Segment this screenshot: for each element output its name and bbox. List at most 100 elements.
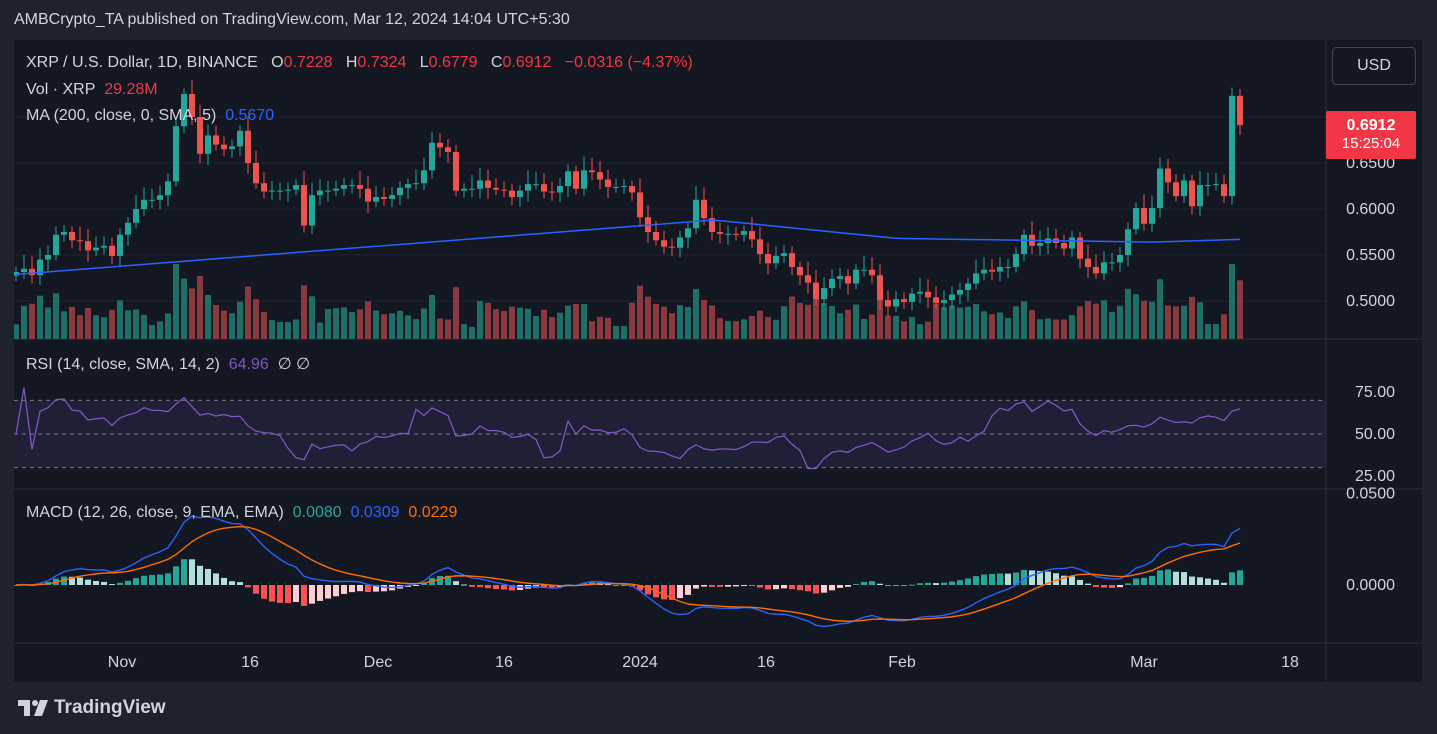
time-tick-label: Feb: [888, 654, 916, 671]
volume-bar: [1053, 319, 1059, 339]
candle: [45, 255, 51, 260]
macd-histogram-bar: [77, 577, 83, 585]
volume-bar: [1125, 288, 1131, 339]
candle: [765, 254, 771, 264]
time-tick-label: 18: [1281, 654, 1299, 671]
macd-histogram-bar: [765, 585, 771, 590]
volume-bar: [445, 319, 451, 339]
volume-bar: [437, 318, 443, 339]
macd-histogram-bar: [461, 584, 467, 586]
volume-bar: [13, 324, 19, 339]
candle: [653, 232, 659, 241]
candle: [1181, 180, 1187, 197]
candle: [877, 275, 883, 301]
macd-histogram-bar: [229, 581, 235, 585]
low-label: L: [419, 54, 429, 71]
macd-signal-value: 0.0229: [408, 504, 458, 521]
volume-bar: [509, 306, 515, 339]
macd-histogram-bar: [1181, 572, 1187, 585]
last-price-tag: 0.6912 15:25:04: [1326, 111, 1416, 159]
volume-bar: [469, 327, 475, 339]
candle: [237, 130, 243, 147]
macd-histogram-bar: [1149, 575, 1155, 585]
volume-bar: [1101, 300, 1107, 339]
time-tick-label: Mar: [1130, 654, 1158, 671]
publication-header: AMBCrypto_TA published on TradingView.co…: [14, 11, 570, 28]
volume-bar: [181, 278, 187, 339]
candle: [1109, 262, 1115, 264]
macd-histogram-bar: [117, 582, 123, 585]
candle: [685, 228, 691, 238]
ma-label[interactable]: MA (200, close, 0, SMA, 5): [26, 107, 216, 124]
volume-bar: [157, 321, 163, 339]
candle: [229, 146, 235, 150]
candle: [605, 179, 611, 187]
candle: [701, 199, 707, 219]
candle: [133, 209, 139, 223]
volume-label[interactable]: Vol · XRP: [26, 81, 95, 98]
high-value: 0.7324: [357, 54, 407, 71]
candle: [1133, 208, 1139, 230]
volume-bar: [573, 303, 579, 339]
macd-histogram-bar: [437, 576, 443, 585]
candle: [797, 266, 803, 276]
macd-histogram-bar: [493, 585, 499, 590]
time-tick-label: 16: [757, 654, 775, 671]
volume-bar: [605, 317, 611, 339]
volume-bar: [301, 285, 307, 339]
volume-bar: [221, 310, 227, 339]
currency-selector-button[interactable]: USD: [1332, 47, 1416, 85]
candle: [597, 172, 603, 180]
volume-bar: [261, 311, 267, 339]
macd-tick-label: 0.0500: [1346, 486, 1395, 503]
candle: [549, 191, 555, 193]
volume-bar: [69, 306, 75, 339]
candle: [381, 197, 387, 199]
macd-histogram-bar: [1141, 577, 1147, 585]
volume-bar: [29, 303, 35, 339]
candle: [749, 231, 755, 240]
volume-bar: [317, 322, 323, 339]
volume-bar: [325, 309, 331, 339]
candle: [1013, 254, 1019, 267]
volume-bar: [405, 315, 411, 339]
ma-value: 0.5670: [225, 107, 275, 124]
rsi-label[interactable]: RSI (14, close, SMA, 14, 2): [26, 356, 220, 373]
macd-label[interactable]: MACD (12, 26, close, 9, EMA, EMA): [26, 504, 284, 521]
volume-bar: [269, 320, 275, 339]
time-tick-label: Nov: [108, 654, 136, 671]
volume-bar: [837, 313, 843, 339]
symbol-label[interactable]: XRP / U.S. Dollar, 1D, BINANCE: [26, 54, 258, 71]
tradingview-logo[interactable]: TradingView: [18, 697, 166, 719]
volume-bar: [205, 295, 211, 339]
macd-histogram-bar: [1221, 582, 1227, 585]
candle: [989, 269, 995, 272]
candle: [733, 233, 739, 235]
macd-histogram-bar: [349, 585, 355, 593]
volume-bar: [397, 310, 403, 339]
volume-bar: [949, 305, 955, 339]
volume-bar: [525, 308, 531, 339]
macd-histogram-bar: [213, 573, 219, 585]
volume-bar: [629, 302, 635, 339]
macd-histogram-bar: [205, 568, 211, 585]
macd-histogram-bar: [925, 582, 931, 585]
macd-histogram-bar: [781, 585, 787, 589]
candle: [845, 276, 851, 284]
macd-histogram-bar: [301, 585, 307, 606]
macd-histogram-bar: [1117, 585, 1123, 588]
macd-histogram-bar: [693, 585, 699, 589]
candle: [869, 269, 875, 276]
volume-bar: [917, 324, 923, 339]
volume-bar: [149, 325, 155, 339]
macd-histogram-bar: [613, 585, 619, 586]
candle: [205, 135, 211, 154]
volume-bar: [1013, 306, 1019, 339]
candle: [525, 184, 531, 191]
volume-bar: [373, 310, 379, 339]
macd-histogram-bar: [165, 573, 171, 585]
volume-bar: [1157, 279, 1163, 339]
candle: [893, 299, 899, 307]
candle: [165, 181, 171, 196]
volume-bar: [285, 322, 291, 339]
